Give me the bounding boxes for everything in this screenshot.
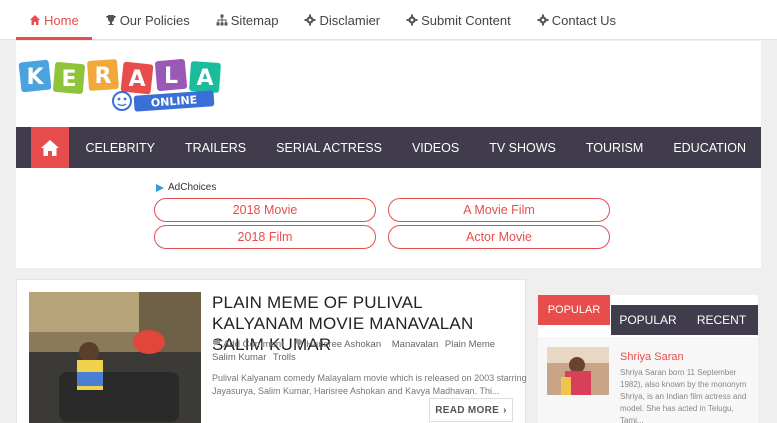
adchoices-label: AdChoices bbox=[168, 182, 217, 193]
topnav-submit-label: Submit Content bbox=[421, 12, 511, 28]
read-more-button[interactable]: READ MORE › bbox=[429, 398, 513, 422]
sitemap-icon bbox=[216, 14, 228, 26]
nav-tv-shows[interactable]: TV SHOWS bbox=[474, 127, 571, 168]
top-nav: Home Our Policies Sitemap Disclamier Sub… bbox=[16, 0, 629, 40]
sidebar-post-item[interactable]: Shriya Saran Shriya Saran born 11 Septem… bbox=[538, 337, 758, 423]
sidebar-tabs: POPULAR RECENT bbox=[611, 305, 758, 335]
nav-tourism[interactable]: TOURISM bbox=[571, 127, 658, 168]
sidebar-widget: POPULAR POPULAR RECENT Shriya Saran Shri… bbox=[538, 295, 758, 423]
tab-popular[interactable]: POPULAR bbox=[611, 305, 685, 335]
site-logo[interactable]: K E R A L A ONLINE bbox=[18, 55, 228, 115]
logo-letter-e: E bbox=[61, 67, 76, 92]
tab-recent[interactable]: RECENT bbox=[685, 305, 758, 335]
nav-education[interactable]: EDUCATION bbox=[658, 127, 761, 168]
top-bar: Home Our Policies Sitemap Disclamier Sub… bbox=[0, 0, 777, 40]
nav-celebrity[interactable]: CELEBRITY bbox=[71, 127, 170, 168]
ad-button-2018-movie[interactable]: 2018 Movie bbox=[154, 198, 376, 222]
tag-link[interactable]: Salim Kumar bbox=[212, 352, 266, 363]
chevron-right-icon: › bbox=[503, 404, 507, 416]
post-thumbnail[interactable] bbox=[29, 292, 201, 423]
topnav-submit[interactable]: Submit Content bbox=[393, 0, 524, 40]
logo-letter-r: R bbox=[95, 64, 112, 89]
home-icon bbox=[40, 139, 59, 156]
main-nav: CELEBRITY TRAILERS SERIAL ACTRESS VIDEOS… bbox=[16, 127, 761, 168]
comment-link[interactable]: Add Comment bbox=[212, 339, 291, 350]
post-excerpt: Pulival Kalyanam comedy Malayalam movie … bbox=[212, 373, 527, 396]
comment-icon bbox=[213, 340, 220, 346]
nav-videos[interactable]: VIDEOS bbox=[397, 127, 474, 168]
ad-button-actor-movie[interactable]: Actor Movie bbox=[388, 225, 610, 249]
adchoices-icon bbox=[156, 183, 164, 192]
topnav-sitemap[interactable]: Sitemap bbox=[203, 0, 292, 40]
ad-area: AdChoices 2018 Movie A Movie Film 2018 F… bbox=[16, 168, 761, 268]
trophy-icon bbox=[105, 15, 116, 25]
gear-icon bbox=[537, 14, 549, 26]
gear-icon bbox=[304, 14, 316, 26]
logo-letter-a: A bbox=[128, 67, 145, 92]
topnav-home[interactable]: Home bbox=[16, 0, 92, 40]
tag-icon bbox=[295, 339, 303, 346]
topnav-contact[interactable]: Contact Us bbox=[524, 0, 629, 40]
home-icon bbox=[30, 15, 40, 25]
tag-link[interactable]: Harisree Ashokan bbox=[306, 339, 381, 350]
tag-link[interactable]: Plain Meme bbox=[445, 339, 495, 350]
ad-button-a-movie-film[interactable]: A Movie Film bbox=[388, 198, 610, 222]
adchoices-badge[interactable]: AdChoices bbox=[155, 182, 216, 193]
main-nav-home[interactable] bbox=[31, 127, 69, 168]
nav-trailers[interactable]: TRAILERS bbox=[170, 127, 261, 168]
logo-letter-k: K bbox=[26, 65, 44, 90]
sidebar-post-title[interactable]: Shriya Saran bbox=[620, 351, 684, 363]
topnav-home-label: Home bbox=[44, 12, 79, 28]
tab-popular-active[interactable]: POPULAR bbox=[538, 295, 610, 325]
topnav-disclaimer-label: Disclamier bbox=[319, 12, 381, 28]
ad-button-2018-film[interactable]: 2018 Film bbox=[154, 225, 376, 249]
topnav-disclaimer[interactable]: Disclamier bbox=[291, 0, 393, 40]
tag-link[interactable]: Trolls bbox=[273, 352, 296, 363]
topnav-sitemap-label: Sitemap bbox=[230, 12, 279, 28]
logo-letter-l: L bbox=[164, 64, 178, 89]
post-meta: Add Comment Harisree Ashokan Manavalan P… bbox=[212, 338, 512, 364]
logo-letter-a2: A bbox=[196, 66, 213, 91]
topnav-policies-label: Our Policies bbox=[119, 12, 190, 28]
sidebar-post-desc: Shriya Saran born 11 September 1982), al… bbox=[620, 368, 747, 423]
read-more-label: READ MORE bbox=[435, 404, 500, 416]
post-card: PLAIN MEME OF PULIVAL KALYANAM MOVIE MAN… bbox=[16, 279, 527, 423]
gear-icon bbox=[406, 14, 418, 26]
site-header: K E R A L A ONLINE bbox=[16, 41, 761, 127]
main-nav-items: CELEBRITY TRAILERS SERIAL ACTRESS VIDEOS… bbox=[71, 127, 761, 168]
nav-serial-actress[interactable]: SERIAL ACTRESS bbox=[261, 127, 397, 168]
tags-group: Harisree Ashokan bbox=[295, 339, 388, 350]
comment-label: Add Comment bbox=[223, 339, 284, 350]
topnav-policies[interactable]: Our Policies bbox=[92, 0, 203, 40]
sidebar-post-thumbnail bbox=[547, 347, 609, 395]
tag-link[interactable]: Manavalan bbox=[392, 339, 438, 350]
topnav-contact-label: Contact Us bbox=[551, 12, 617, 28]
